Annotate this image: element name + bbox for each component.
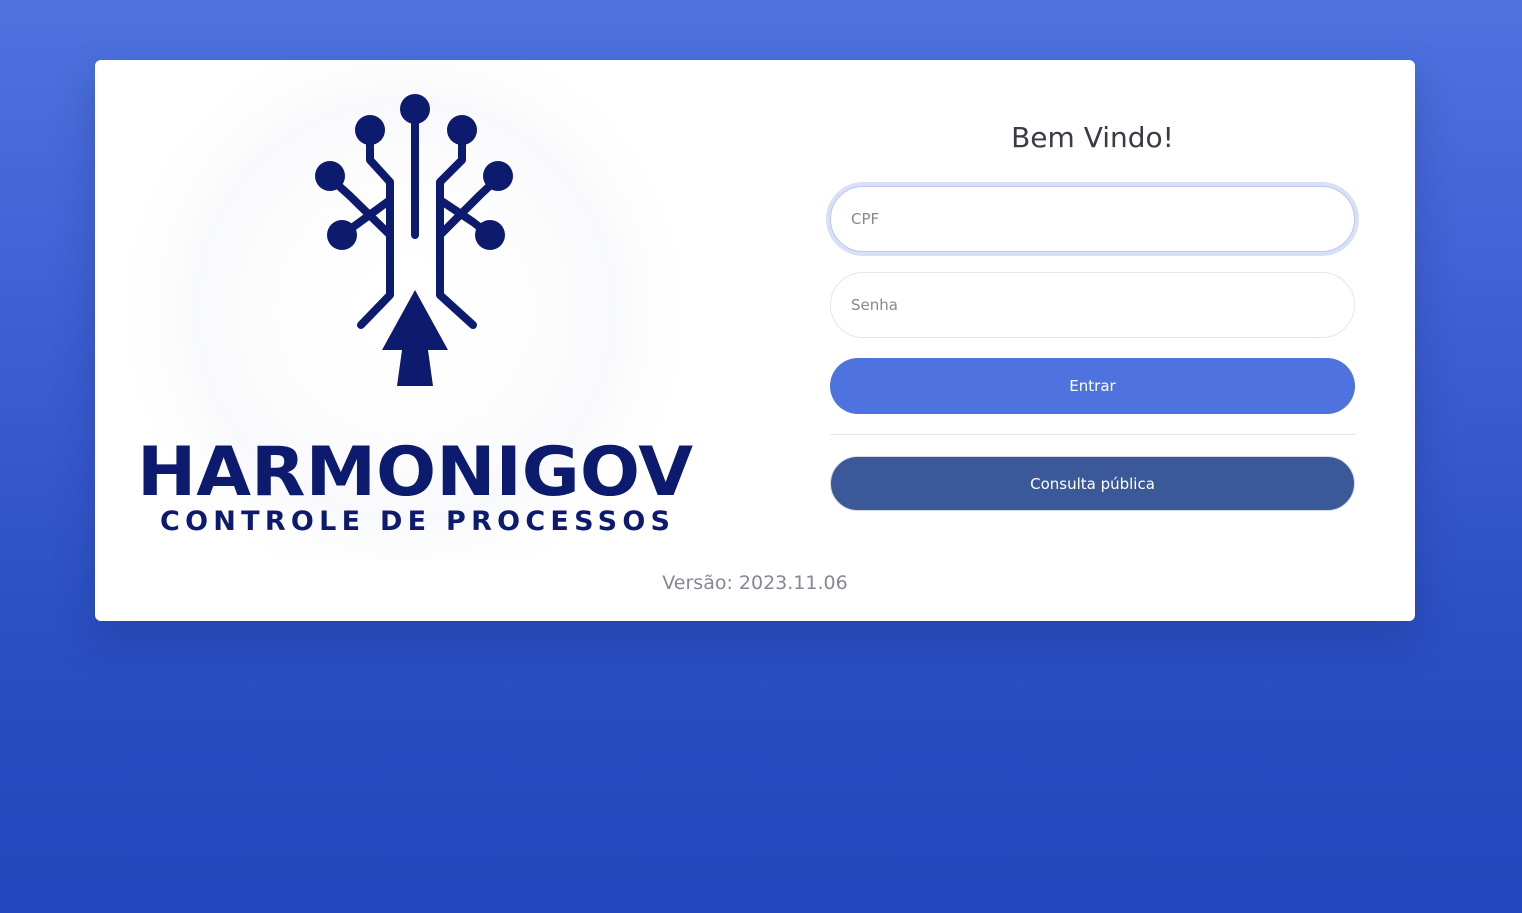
welcome-title: Bem Vindo! — [1011, 121, 1174, 154]
brand-name: HARMONIGOV — [137, 433, 693, 512]
logo-graphic: HARMONIGOV CONTROLE DE PROCESSOS — [105, 60, 705, 560]
divider — [830, 434, 1355, 435]
public-query-button[interactable]: Consulta pública — [830, 456, 1355, 511]
login-card: HARMONIGOV CONTROLE DE PROCESSOS Bem Vin… — [95, 60, 1415, 621]
cpf-input[interactable] — [830, 186, 1355, 252]
login-button[interactable]: Entrar — [830, 358, 1355, 414]
login-form: Bem Vindo! Entrar Consulta pública — [830, 60, 1355, 511]
password-input[interactable] — [830, 272, 1355, 338]
logo: HARMONIGOV CONTROLE DE PROCESSOS — [105, 60, 725, 560]
version-label: Versão: 2023.11.06 — [662, 572, 848, 594]
